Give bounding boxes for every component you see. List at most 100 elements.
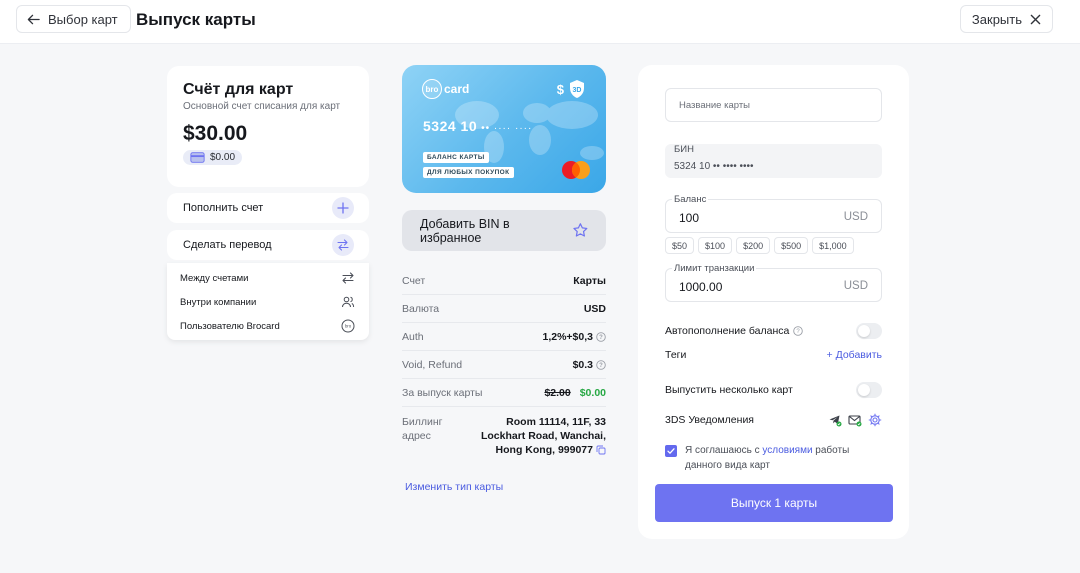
transfer-button[interactable]: Сделать перевод — [167, 230, 369, 260]
info-value-wrap: $2.00 $0.00 — [544, 387, 606, 399]
arrow-left-icon — [27, 14, 40, 24]
card-preview: bro card $ 3D 5324 10 •• ···· ···· БАЛАНС… — [402, 65, 606, 193]
info-value: 1,2%+$0,3 — [542, 331, 593, 343]
info-row-void-refund: Void, Refund $0.3 ? — [402, 351, 606, 379]
add-bin-favorite-button[interactable]: Добавить BIN в избранное — [402, 210, 606, 251]
submenu-item-label: Внутри компании — [180, 296, 257, 308]
info-label: Биллинг адрес — [402, 415, 443, 443]
gear-icon[interactable] — [868, 413, 882, 427]
multi-issue-label: Выпустить несколько карт — [665, 384, 793, 396]
help-icon[interactable]: ? — [596, 332, 606, 342]
svg-text:3D: 3D — [573, 87, 582, 94]
topup-button[interactable]: Пополнить счет — [167, 193, 369, 223]
info-row-currency: Валюта USD — [402, 295, 606, 323]
help-icon[interactable]: ? — [596, 360, 606, 370]
tags-row: Теги + Добавить — [665, 349, 882, 361]
autotopup-label-wrap: Автопополнение баланса ? — [665, 325, 804, 337]
balance-value: 100 — [679, 211, 700, 225]
preset-100[interactable]: $100 — [698, 237, 733, 254]
card-icon — [190, 152, 205, 163]
balance-unit: USD — [843, 211, 868, 223]
add-tag-button[interactable]: + Добавить — [827, 349, 882, 361]
card-number-mask: •• ···· ···· — [481, 123, 533, 134]
info-value-wrap: 1,2%+$0,3 ? — [542, 331, 606, 343]
close-button-label: Закрыть — [971, 11, 1022, 27]
bin-value: 5324 10 •• •••• •••• — [674, 161, 754, 172]
limit-input[interactable]: Лимит транзакции 1000.00 USD — [665, 263, 882, 302]
notifications-row: 3DS Уведомления — [665, 413, 882, 427]
submenu-item-label: Пользователю Brocard — [180, 320, 280, 332]
bin-label: БИН — [674, 144, 694, 155]
balance-input[interactable]: Баланс 100 USD — [665, 194, 882, 233]
preset-500[interactable]: $500 — [774, 237, 809, 254]
users-icon — [342, 296, 355, 308]
terms-agreement: Я соглашаюсь с условиями работы данного … — [665, 443, 882, 473]
terms-link[interactable]: условиями — [762, 445, 812, 456]
info-value: Карты — [573, 275, 606, 287]
preset-1000[interactable]: $1,000 — [812, 237, 854, 254]
sub-balance-value: $0.00 — [210, 152, 236, 163]
limit-unit: USD — [843, 280, 868, 292]
topup-label: Пополнить счет — [183, 202, 264, 214]
account-balance: $30.00 — [183, 122, 248, 145]
account-card: Счёт для карт Основной счет списания для… — [167, 66, 369, 187]
terms-text: Я соглашаюсь с условиями работы данного … — [685, 443, 882, 473]
autotopup-toggle[interactable] — [856, 323, 882, 339]
close-button[interactable]: Закрыть — [959, 5, 1053, 33]
svg-text:?: ? — [599, 363, 603, 369]
issue-form-panel: Название карты БИН 5324 10 •• •••• •••• … — [638, 65, 909, 539]
card-badges: $ 3D — [557, 79, 586, 99]
svg-text:?: ? — [797, 329, 801, 335]
brocard-logo: bro card — [422, 79, 469, 99]
autotopup-row: Автопополнение баланса ? — [665, 323, 882, 339]
plus-icon — [332, 197, 354, 219]
star-icon — [573, 223, 588, 237]
submenu-item-brocard-user[interactable]: Пользователю Brocard bro — [167, 314, 369, 338]
svg-text:bro: bro — [345, 324, 352, 329]
copy-icon[interactable] — [596, 445, 606, 455]
card-name-input[interactable]: Название карты — [665, 88, 882, 122]
help-icon[interactable]: ? — [793, 326, 804, 336]
email-icon[interactable] — [848, 413, 862, 427]
info-label: Валюта — [402, 303, 440, 315]
preset-50[interactable]: $50 — [665, 237, 695, 254]
info-value: USD — [583, 303, 606, 315]
transfer-submenu: Между счетами Внутри компании Пользовате… — [167, 263, 369, 340]
change-card-type-link[interactable]: Изменить тип карты — [405, 481, 503, 493]
billing-address: Room 11114, 11F, 33 Lockhart Road, Wanch… — [466, 415, 606, 457]
card-info-table: Счет Карты Валюта USD Auth 1,2%+$0,3 ? V… — [402, 267, 606, 461]
billing-label-line1: Биллинг — [402, 416, 443, 428]
multi-issue-row: Выпустить несколько карт — [665, 382, 882, 398]
notifications-label: 3DS Уведомления — [665, 414, 754, 426]
billing-label-line2: адрес — [402, 430, 431, 442]
terms-prefix: Я соглашаюсь с — [685, 445, 763, 456]
autotopup-label: Автопополнение баланса — [665, 325, 790, 337]
submenu-item-label: Между счетами — [180, 272, 249, 284]
info-row-billing: Биллинг адрес Room 11114, 11F, 33 Lockhar… — [402, 407, 606, 461]
card-number-prefix: 5324 10 — [423, 118, 478, 134]
info-value-wrap: $0.3 ? — [573, 359, 606, 371]
top-bar: Выбор карт Выпуск карты Закрыть — [0, 0, 1080, 44]
logo-text: card — [444, 82, 470, 96]
submenu-item-between-accounts[interactable]: Между счетами — [167, 266, 369, 290]
telegram-icon[interactable] — [828, 413, 842, 427]
multi-issue-toggle[interactable] — [856, 382, 882, 398]
bin-field: БИН 5324 10 •• •••• •••• — [665, 144, 882, 178]
back-button[interactable]: Выбор карт — [16, 5, 131, 33]
issue-card-button[interactable]: Выпуск 1 карты — [655, 484, 893, 522]
card-tag-balance: БАЛАНС КАРТЫ — [423, 152, 489, 163]
info-label: Auth — [402, 331, 424, 343]
info-row-issue-fee: За выпуск карты $2.00 $0.00 — [402, 379, 606, 407]
submenu-item-inside-company[interactable]: Внутри компании — [167, 290, 369, 314]
balance-label: Баланс — [672, 194, 709, 205]
preset-200[interactable]: $200 — [736, 237, 771, 254]
notification-channels — [828, 413, 882, 427]
back-button-label: Выбор карт — [48, 11, 118, 27]
limit-value: 1000.00 — [679, 280, 723, 294]
svg-text:?: ? — [599, 335, 603, 341]
add-bin-label: Добавить BIN в избранное — [420, 216, 510, 245]
transfer-label: Сделать перевод — [183, 239, 272, 251]
close-icon — [1030, 14, 1041, 24]
account-sub-balance: $0.00 — [183, 150, 243, 165]
terms-checkbox[interactable] — [665, 445, 677, 457]
